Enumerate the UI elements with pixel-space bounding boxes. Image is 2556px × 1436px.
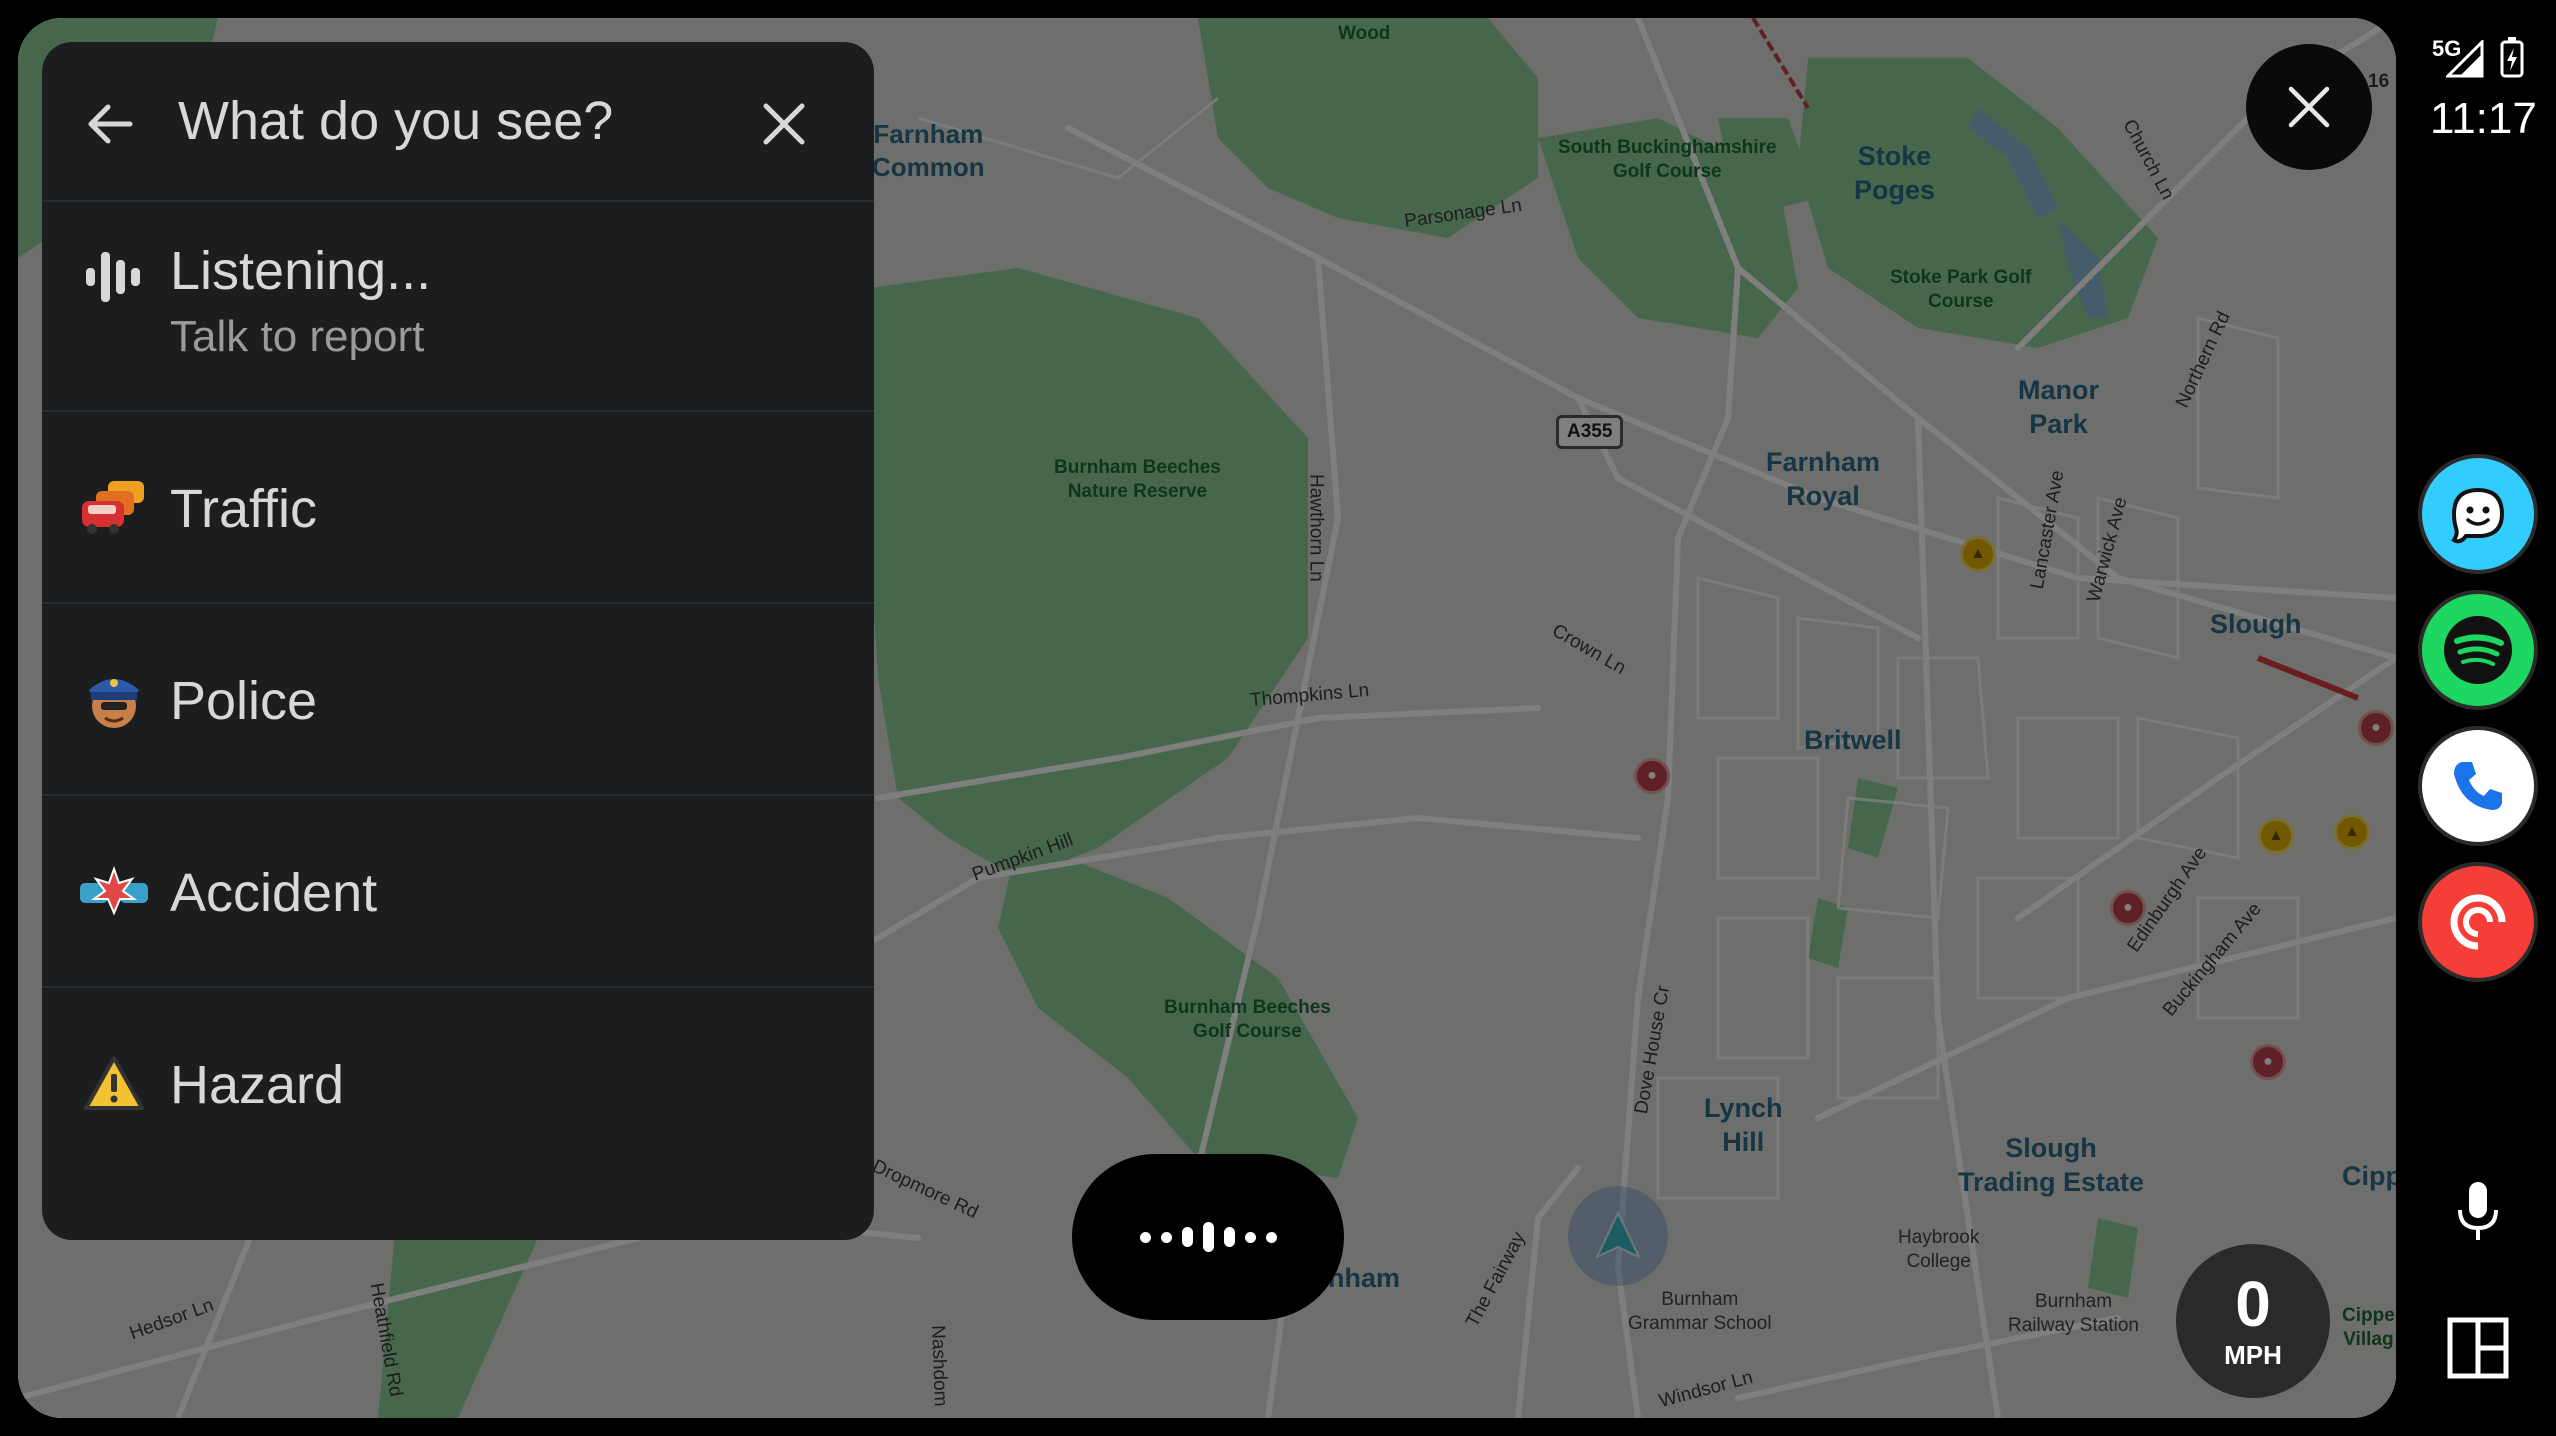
clock: 11:17: [2430, 94, 2537, 143]
microphone-button[interactable]: [2440, 1174, 2516, 1250]
hazard-pin-icon[interactable]: ▲: [2334, 814, 2370, 850]
listening-row[interactable]: Listening... Talk to report: [42, 200, 874, 410]
map-label-haybrook-college: Haybrook College: [1898, 1227, 1980, 1272]
map-label-farnham-common: Farnham Common: [872, 119, 985, 182]
close-panel-button[interactable]: [752, 92, 816, 156]
map-label-farnham-royal: Farnham Royal: [1766, 447, 1881, 511]
voice-wave-bar: [1202, 1222, 1214, 1252]
voice-wave-dot: [1139, 1231, 1151, 1243]
traffic-jam-icon: [76, 472, 152, 542]
hazard-warning-icon: [76, 1048, 152, 1118]
voice-wave-dot: [1160, 1231, 1172, 1243]
phone-app-icon[interactable]: [2422, 730, 2534, 842]
police-pin-icon[interactable]: ●: [1634, 758, 1670, 794]
report-item-hazard[interactable]: Hazard: [42, 986, 874, 1178]
map-label-cippenham: Cipp: [2342, 1161, 2396, 1191]
map-label-burnham: nham: [1328, 1263, 1401, 1293]
listening-subtitle: Talk to report: [170, 312, 425, 361]
traffic-label: Traffic: [170, 479, 318, 539]
back-arrow-icon: [88, 104, 133, 144]
map-label-burnham-grammar: Burnham Grammar School: [1628, 1289, 1772, 1334]
map-label-cippenham-village: Cippe Villag: [2342, 1305, 2395, 1350]
voice-bars-icon: [86, 252, 140, 302]
map-label-lynch-hill: Lynch Hill: [1704, 1093, 1783, 1157]
speedometer: 0 MPH: [2176, 1244, 2330, 1398]
hazard-pin-icon[interactable]: ▲: [2258, 818, 2294, 854]
police-icon: [76, 664, 152, 734]
police-pin-icon[interactable]: ●: [2110, 890, 2146, 926]
voice-input-button[interactable]: [1072, 1154, 1344, 1320]
speed-unit: MPH: [2224, 1339, 2282, 1370]
close-icon: [2288, 86, 2330, 128]
map-label-stoke-poges: Stoke Poges: [1854, 141, 1936, 205]
signal-strength-icon: [2446, 40, 2484, 78]
police-pin-icon[interactable]: ●: [2250, 1044, 2286, 1080]
map-label-wood: Wood: [1338, 23, 1391, 44]
speed-value: 0: [2235, 1267, 2271, 1340]
voice-wave-bar: [1181, 1227, 1193, 1247]
report-panel-title: What do you see?: [178, 91, 614, 151]
report-panel-header: What do you see?: [42, 42, 874, 200]
hazard-label: Hazard: [170, 1055, 345, 1115]
map-label-south-bucks-golf: South Buckinghamshire Golf Course: [1558, 137, 1777, 182]
battery-charging-icon: [2500, 37, 2524, 78]
dashboard-icon: [2447, 1317, 2509, 1379]
report-item-traffic[interactable]: Traffic: [42, 410, 874, 602]
spotify-app-icon[interactable]: [2422, 594, 2534, 706]
accident-icon: [76, 856, 152, 926]
map-label-burnham-beeches-nr: Burnham Beeches Nature Reserve: [1054, 457, 1221, 502]
map-label-nashdom: Nashdom: [927, 1324, 951, 1407]
police-label: Police: [170, 671, 318, 731]
back-button[interactable]: [78, 92, 142, 156]
close-icon: [763, 103, 805, 145]
accident-label: Accident: [170, 863, 378, 923]
microphone-icon: [2458, 1182, 2498, 1240]
close-report-button[interactable]: [2246, 44, 2372, 170]
current-position-icon: [1568, 1186, 1668, 1286]
map-label-slough-trading-estate: Slough Trading Estate: [1958, 1133, 2145, 1197]
map-label-manor-park: Manor Park: [2018, 375, 2099, 439]
hazard-pin-icon[interactable]: ▲: [1960, 536, 1996, 572]
map-label-shield-16: 16: [2368, 71, 2390, 92]
map-label-burnham-railway: Burnham Railway Station: [2008, 1291, 2139, 1336]
dashboard-button[interactable]: [2440, 1310, 2516, 1386]
map-label-slough: Slough: [2210, 609, 2302, 639]
report-panel: What do you see? Listening... Talk to re…: [42, 42, 874, 1240]
voice-wave-bar: [1223, 1227, 1235, 1247]
map-label-burnham-beeches-golf: Burnham Beeches Golf Course: [1164, 997, 1331, 1042]
pocket-casts-app-icon[interactable]: [2422, 866, 2534, 978]
voice-wave-dot: [1265, 1231, 1277, 1243]
listening-title: Listening...: [170, 241, 432, 301]
report-item-accident[interactable]: Accident: [42, 794, 874, 986]
map-label-stoke-park-golf: Stoke Park Golf Course: [1890, 267, 2032, 312]
map-label-britwell: Britwell: [1804, 725, 1902, 755]
police-pin-icon[interactable]: ●: [2358, 710, 2394, 746]
voice-wave-dot: [1244, 1231, 1256, 1243]
map-label-hawthorn-ln: Hawthorn Ln: [1305, 474, 1327, 582]
report-item-police[interactable]: Police: [42, 602, 874, 794]
waze-app-icon[interactable]: [2422, 458, 2534, 570]
road-shield-a355: A355: [1556, 415, 1624, 449]
